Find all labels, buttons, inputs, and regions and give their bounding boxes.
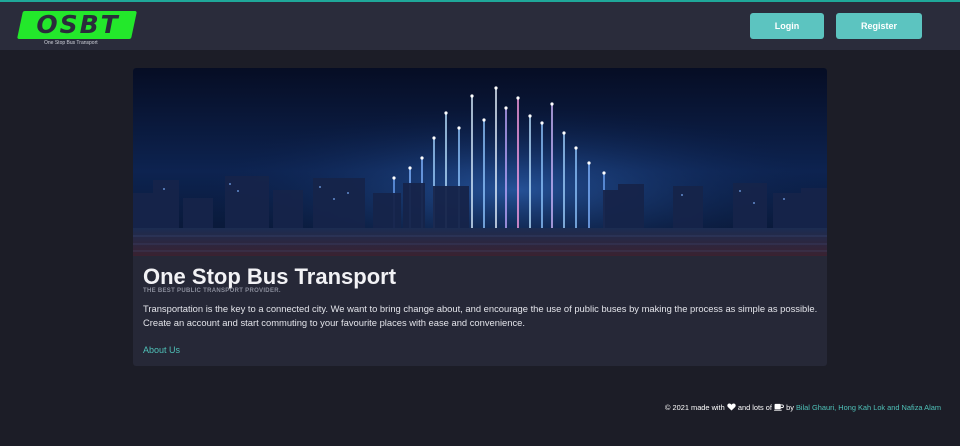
light-beam-tip <box>504 106 508 110</box>
page-title: One Stop Bus Transport <box>143 264 397 289</box>
light-beam <box>529 116 531 233</box>
light-beam-tip <box>494 86 498 90</box>
light-beam-tip <box>408 166 412 170</box>
intro-paragraph: Transportation is the key to a connected… <box>143 303 818 328</box>
light-beam-tip <box>482 118 486 122</box>
footer-by: by <box>786 403 794 412</box>
light-beam <box>588 163 590 233</box>
about-us-link[interactable]: About Us <box>143 345 180 355</box>
light-beam <box>575 148 577 233</box>
light-beam-tip <box>432 136 436 140</box>
logo[interactable]: OSBT One Stop Bus Transport <box>17 10 137 47</box>
light-beam-tip <box>457 126 461 130</box>
heart-icon <box>727 403 736 411</box>
light-beam <box>563 133 565 233</box>
light-beam <box>483 120 485 233</box>
light-beam-tip <box>444 111 448 115</box>
light-beam-tip <box>528 114 532 118</box>
light-beam-tip <box>516 96 520 100</box>
register-button[interactable]: Register <box>836 13 922 39</box>
light-beam-tip <box>562 131 566 135</box>
navbar: OSBT One Stop Bus Transport Login Regist… <box>0 2 960 50</box>
light-beam <box>551 104 553 233</box>
light-beam-tip <box>574 146 578 150</box>
login-button[interactable]: Login <box>750 13 824 39</box>
footer-middle: and lots of <box>737 403 772 412</box>
light-beam <box>541 123 543 233</box>
logo-text: OSBT <box>36 10 120 39</box>
light-beam-tip <box>540 121 544 125</box>
light-beam-tip <box>550 102 554 106</box>
light-beam-tip <box>392 176 396 180</box>
light-beam-tip <box>587 161 591 165</box>
light-beam <box>505 108 507 233</box>
page-subtitle: THE BEST PUBLIC TRANSPORT PROVIDER. <box>143 288 281 294</box>
light-beam <box>495 88 497 233</box>
logo-tagline: One Stop Bus Transport <box>44 40 98 46</box>
footer-credits-link[interactable]: Bilal Ghauri, Hong Kah Lok and Nafiza Al… <box>796 403 941 412</box>
light-beam-tip <box>602 171 606 175</box>
city-skyline-image <box>133 68 827 256</box>
light-beam <box>517 98 519 233</box>
coffee-icon <box>774 403 784 411</box>
light-beam <box>471 96 473 233</box>
light-beam-tip <box>420 156 424 160</box>
intro-card: One Stop Bus Transport THE BEST PUBLIC T… <box>133 68 827 366</box>
light-beam-tip <box>470 94 474 98</box>
footer-prefix: © 2021 made with <box>665 403 725 412</box>
footer: © 2021 made with and lots of by Bilal Gh… <box>665 403 941 412</box>
